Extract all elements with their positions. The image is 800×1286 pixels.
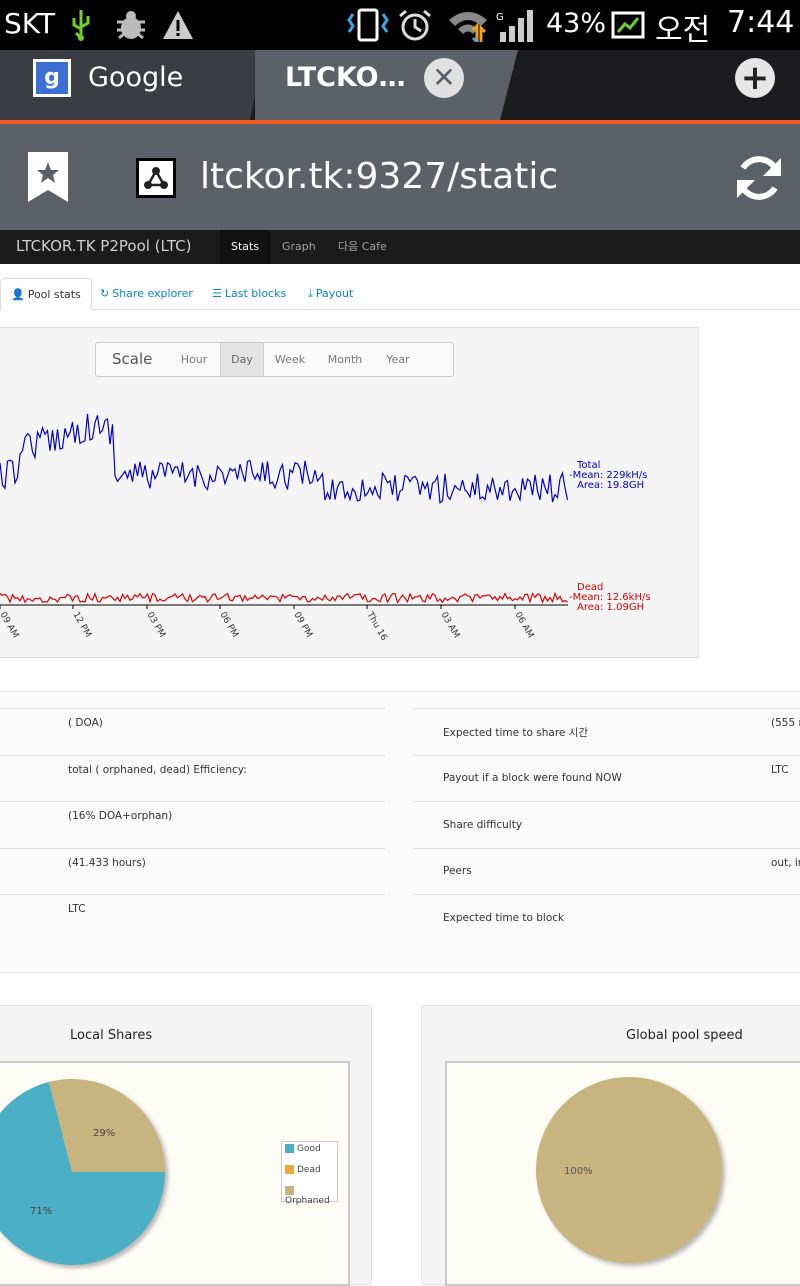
svg-text:G: G — [496, 12, 504, 23]
bookmark-icon[interactable] — [28, 152, 68, 202]
x-tick-label: 03 AM — [438, 611, 461, 640]
stat-doa: ( DOA) — [68, 717, 103, 729]
download-icon: ⤓ — [308, 287, 313, 300]
reload-icon[interactable] — [733, 152, 785, 204]
legend-dead: Dead — [285, 1165, 321, 1175]
site-favicon-icon — [136, 158, 176, 198]
dead-legend-area: Area: 1.09GH — [577, 602, 644, 613]
nav-daum-cafe[interactable]: 다음 Cafe — [327, 230, 398, 264]
tab-pool-stats[interactable]: 👤 Pool stats — [0, 278, 92, 311]
scale-label: Scale — [112, 350, 153, 368]
x-tick-label: 06 PM — [217, 611, 239, 640]
tab-last-blocks-label: Last blocks — [224, 287, 287, 300]
scale-day-button[interactable]: Day — [220, 343, 264, 376]
scale-week-button[interactable]: Week — [268, 343, 312, 376]
tab-label: Google — [88, 62, 184, 93]
label-expected-time-share: Expected time to share 시간 — [443, 727, 589, 739]
status-bar: SKT G 43% 오전 7:44 — [0, 0, 800, 50]
list-icon: ☰ — [212, 287, 222, 300]
scale-hour-button[interactable]: Hour — [172, 343, 216, 376]
bug-icon — [117, 11, 145, 40]
legend-orphaned: Orphaned — [285, 1186, 337, 1206]
url-bar: ltckor.tk:9327/static — [0, 124, 800, 230]
user-icon: 👤 — [11, 288, 25, 301]
legend-good: Good — [285, 1144, 321, 1154]
signal-icon: G — [496, 10, 533, 42]
hashrate-chart: 09 AM 12 PM 03 PM 06 PM 09 PM Thu 16 03 AM 06 A… — [0, 413, 651, 643]
dead-series-line — [0, 591, 568, 605]
tab-ltckor[interactable]: LTCKO… — [255, 50, 518, 120]
url-input[interactable]: ltckor.tk:9327/static — [200, 156, 558, 197]
screenshot-icon — [611, 11, 645, 39]
pie-label-global: 100% — [564, 1166, 593, 1177]
tab-pool-stats-label: Pool stats — [27, 288, 81, 301]
scale-selector: Scale Hour Day Week Month Year — [95, 342, 454, 377]
value-peers: out, in — [771, 857, 800, 869]
x-tick-label: 09 PM — [291, 611, 313, 640]
total-series-line — [0, 413, 569, 504]
nav-stats[interactable]: Stats — [220, 230, 271, 264]
sub-tabs: 👤 Pool stats ↻ Share explorer ☰ Last blocks… — [0, 278, 800, 311]
tab-share-explorer-label: Share explorer — [112, 287, 193, 300]
value-expected-time-share: (555 r — [771, 717, 800, 729]
nav-graph[interactable]: Graph — [271, 230, 327, 264]
stat-hours: (41.433 hours) — [68, 857, 146, 869]
tab-payout-label: Payout — [315, 287, 354, 300]
ampm-label: 오전 — [655, 13, 711, 48]
global-pool-pie: 100% — [536, 1077, 722, 1263]
battery-percent: 43% — [546, 8, 607, 39]
google-g-icon: g — [33, 59, 71, 97]
x-tick-label: 03 PM — [144, 611, 166, 640]
pie-label-good: 71% — [30, 1206, 52, 1217]
tab-share-explorer[interactable]: ↻ Share explorer — [100, 278, 193, 310]
value-payout: LTC — [771, 764, 789, 776]
stat-doa-orphan: (16% DOA+orphan) — [68, 810, 173, 822]
x-tick-label: Thu 16 — [364, 610, 389, 643]
x-tick-label: 06 AM — [512, 611, 535, 640]
local-shares-legend: Good Dead Orphaned — [281, 1141, 338, 1206]
tab-payout[interactable]: ⤓ Payout — [308, 278, 353, 310]
clock: 7:44 — [727, 5, 795, 40]
alarm-icon — [399, 9, 431, 41]
total-legend-area: Area: 19.8GH — [577, 480, 644, 491]
scale-month-button[interactable]: Month — [320, 343, 370, 376]
x-tick-label: 12 PM — [70, 611, 92, 640]
refresh-icon: ↻ — [100, 287, 110, 300]
label-share-difficulty: Share difficulty — [443, 819, 523, 831]
site-brand[interactable]: LTCKOR.TK P2Pool (LTC) — [16, 237, 191, 255]
label-expected-time-block: Expected time to block — [443, 912, 565, 924]
tab-label: LTCKO… — [285, 62, 406, 93]
carrier-label: SKT — [4, 7, 56, 40]
site-navbar: LTCKOR.TK P2Pool (LTC) Stats Graph 다음 Ca… — [0, 230, 800, 264]
stat-ltc: LTC — [68, 903, 86, 915]
stats-table: ( DOA) total ( orphaned, dead) Efficienc… — [0, 691, 800, 973]
x-tick-label: 09 AM — [0, 611, 20, 640]
stat-efficiency: total ( orphaned, dead) Efficiency: — [68, 764, 247, 776]
wifi-icon — [449, 12, 487, 42]
local-shares-title: Local Shares — [70, 1028, 153, 1043]
pie-label-orphaned: 29% — [93, 1128, 115, 1139]
warning-icon — [163, 11, 193, 39]
usb-icon — [72, 10, 90, 41]
tab-bar: g Google LTCKO… ✕ + — [0, 50, 800, 125]
label-peers: Peers — [443, 865, 472, 877]
vibrate-icon — [347, 8, 389, 42]
close-tab-icon[interactable]: ✕ — [424, 58, 464, 98]
label-payout: Payout if a block were found NOW — [443, 772, 622, 784]
new-tab-icon[interactable]: + — [735, 58, 775, 98]
global-pool-title: Global pool speed — [626, 1028, 743, 1043]
tab-last-blocks[interactable]: ☰ Last blocks — [212, 278, 286, 310]
tab-google[interactable]: g Google — [0, 50, 264, 120]
scale-year-button[interactable]: Year — [376, 343, 420, 376]
